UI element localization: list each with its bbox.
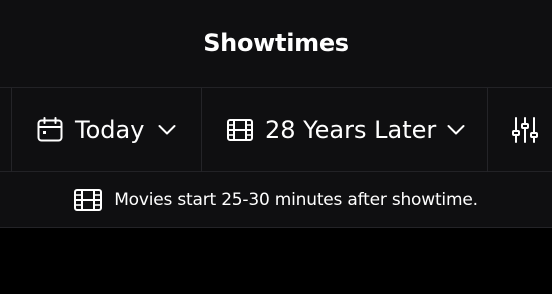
page-header: Showtimes <box>0 0 552 87</box>
sliders-icon <box>512 117 538 143</box>
chevron-down-icon <box>447 124 465 136</box>
filter-divider <box>11 88 12 172</box>
showtime-notice: Movies start 25-30 minutes after showtim… <box>0 172 552 228</box>
movie-filter-label: 28 Years Later <box>265 116 437 144</box>
movie-filter-button[interactable]: 28 Years Later <box>227 88 465 172</box>
calendar-icon <box>37 117 63 143</box>
chevron-down-icon <box>158 124 176 136</box>
film-icon <box>74 188 103 211</box>
filter-divider <box>487 88 488 172</box>
filter-divider <box>201 88 202 172</box>
date-filter-button[interactable]: Today <box>37 88 176 172</box>
showtimes-content <box>0 228 552 294</box>
film-icon <box>227 119 253 141</box>
filter-bar: Today 28 Years Later <box>0 87 552 172</box>
notice-text: Movies start 25-30 minutes after showtim… <box>114 189 478 210</box>
filter-settings-button[interactable] <box>512 88 538 172</box>
page-title: Showtimes <box>203 28 349 57</box>
date-filter-label: Today <box>75 116 145 144</box>
